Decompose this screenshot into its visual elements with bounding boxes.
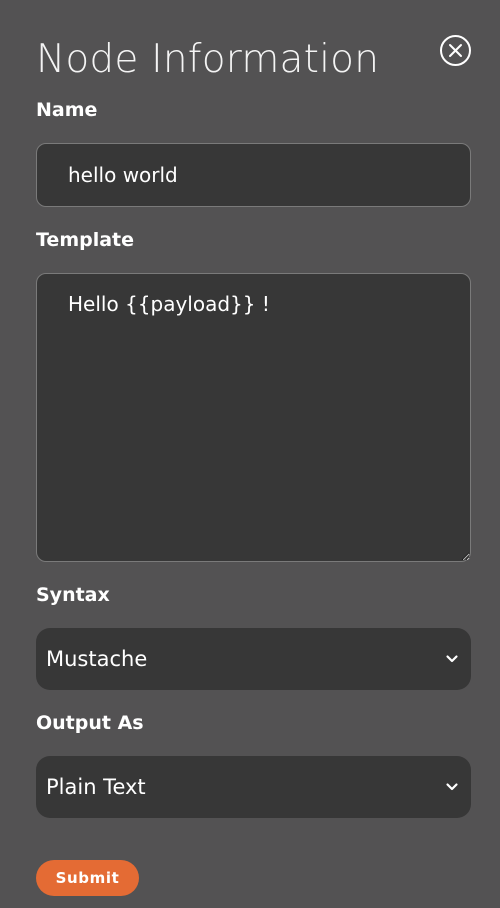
output-as-selected-value: Plain Text [46,775,146,799]
syntax-select[interactable]: Mustache [36,628,471,690]
output-as-select[interactable]: Plain Text [36,756,471,818]
submit-button[interactable]: Submit [36,860,139,896]
close-button[interactable] [440,35,471,66]
name-label: Name [36,99,98,121]
node-information-panel: Node Information Name Template Hello {{p… [0,0,500,908]
chevron-down-icon [446,655,458,663]
template-label: Template [36,229,135,251]
syntax-selected-value: Mustache [46,647,148,671]
syntax-label: Syntax [36,584,110,606]
chevron-down-icon [446,783,458,791]
close-icon [449,44,462,57]
name-input[interactable] [36,143,471,207]
page-title: Node Information [36,37,380,82]
template-textarea[interactable]: Hello {{payload}} ! [36,273,471,562]
output-as-label: Output As [36,712,144,734]
